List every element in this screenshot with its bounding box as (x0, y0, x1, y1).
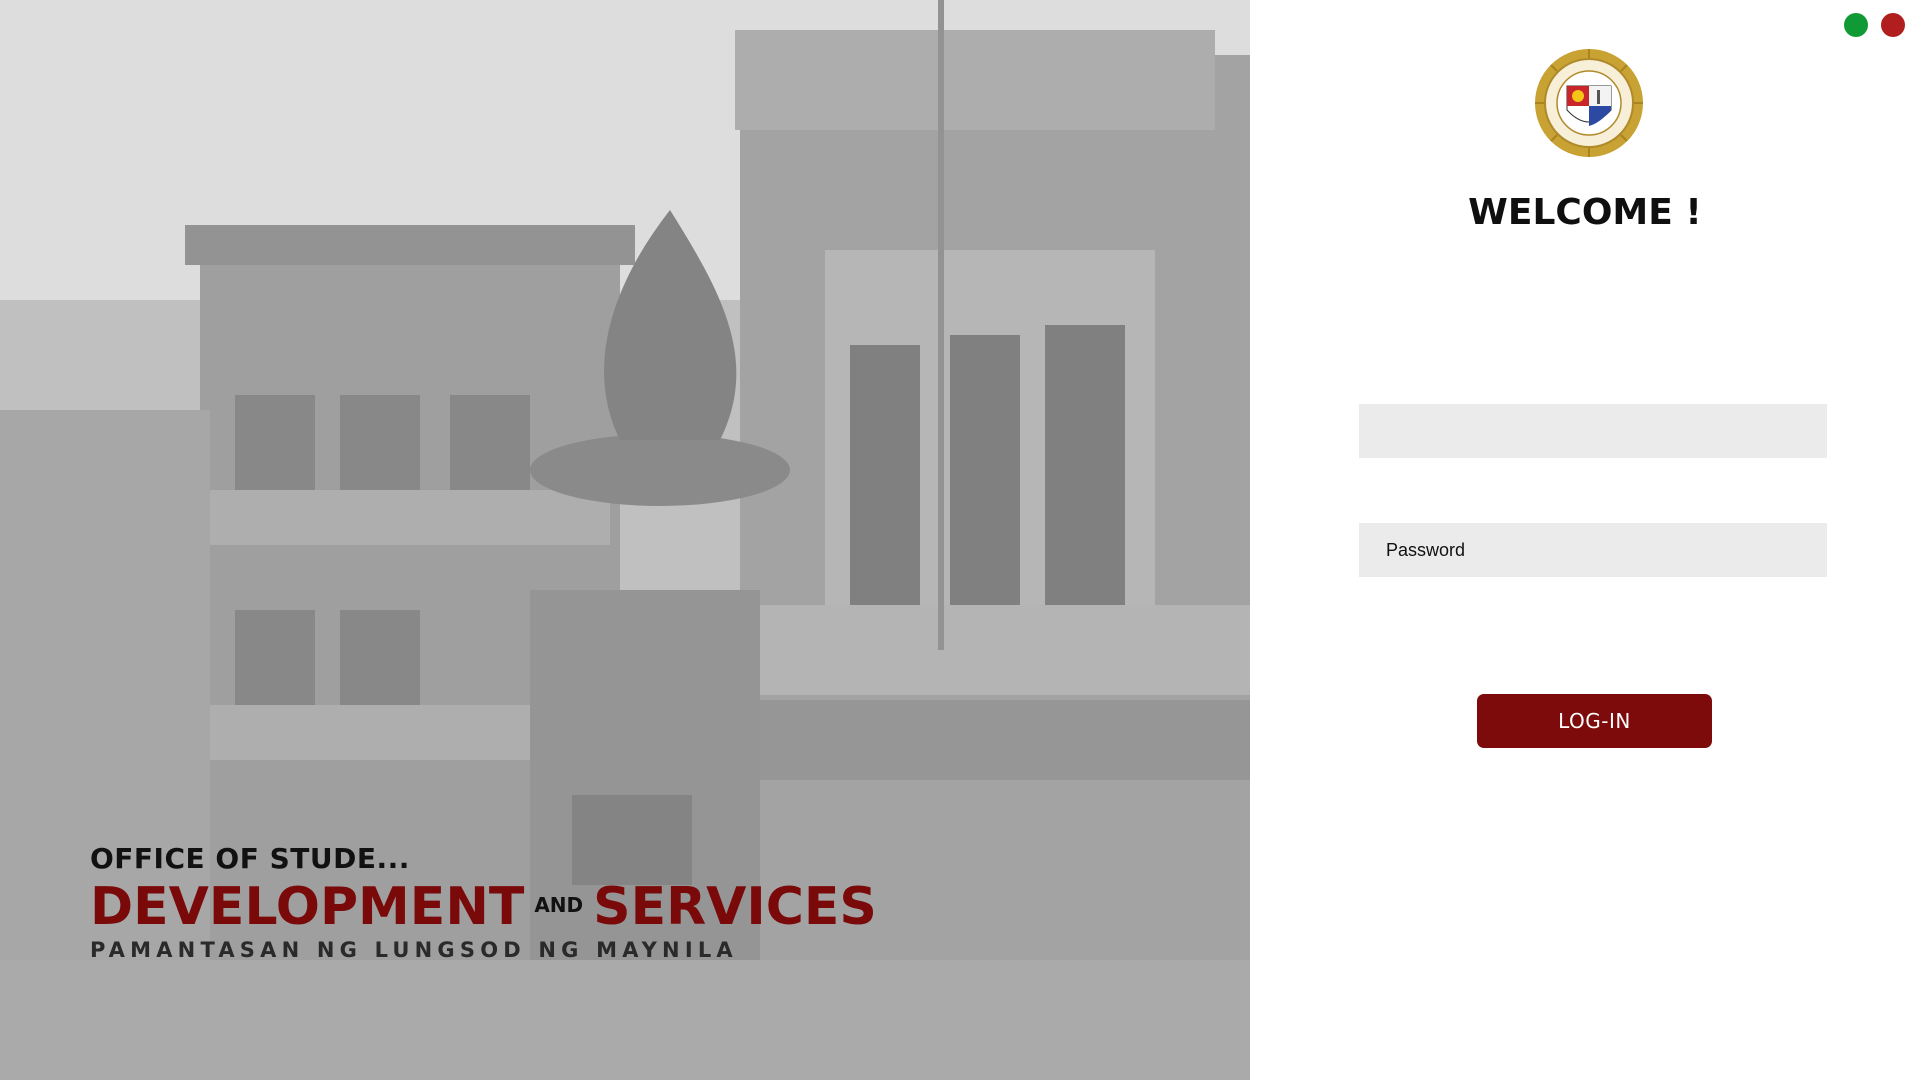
university-seal-logo (1535, 49, 1643, 157)
login-window: OFFICE OF STUDE... DEVELOPMENT AND SERVI… (0, 0, 1920, 1080)
office-branding: OFFICE OF STUDE... DEVELOPMENT AND SERVI… (90, 842, 877, 962)
office-name-services: SERVICES (593, 877, 877, 937)
maximize-dot-icon[interactable] (1844, 13, 1868, 37)
office-name-development: DEVELOPMENT (90, 877, 525, 937)
close-dot-icon[interactable] (1881, 13, 1905, 37)
office-title: OFFICE OF STUDE... (90, 842, 410, 875)
office-name: DEVELOPMENT AND SERVICES (90, 878, 877, 936)
welcome-heading: WELCOME ! (1468, 192, 1702, 233)
campus-hero-panel: OFFICE OF STUDE... DEVELOPMENT AND SERVI… (0, 0, 1250, 1080)
login-panel: WELCOME ! LOG-IN (1250, 0, 1920, 1080)
username-field[interactable] (1359, 404, 1827, 458)
password-field[interactable] (1359, 523, 1827, 577)
university-name: PAMANTASAN NG LUNGSOD NG MAYNILA (90, 938, 738, 962)
login-button[interactable]: LOG-IN (1477, 694, 1712, 748)
office-name-and: AND (534, 893, 584, 917)
